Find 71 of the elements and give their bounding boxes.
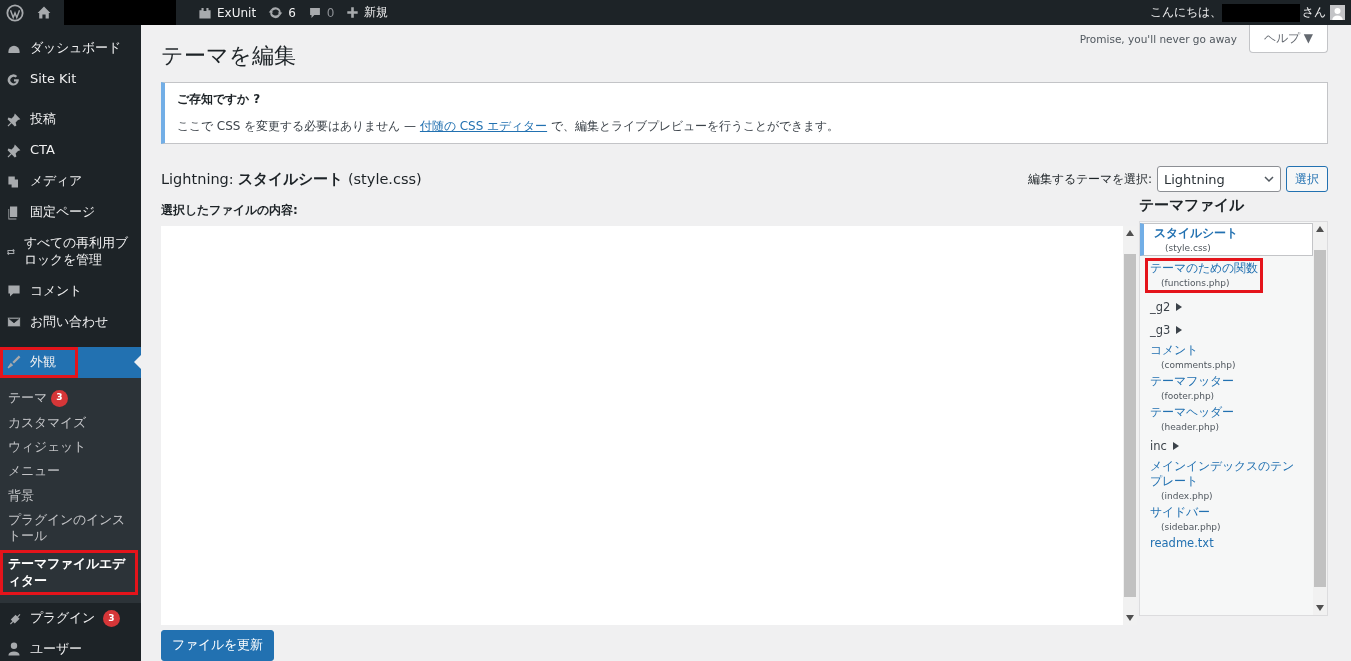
menu-item[interactable]: メディア: [0, 166, 141, 197]
greeting[interactable]: こんにちは、: [1150, 4, 1222, 21]
menu-item[interactable]: 外観: [0, 346, 78, 378]
submenu-item[interactable]: テーマ 3: [0, 385, 141, 411]
comments-link[interactable]: 0: [307, 5, 335, 20]
file-item[interactable]: テーマのための関数 (functions.php): [1145, 257, 1263, 293]
menu-item[interactable]: すべての再利用ブロックを管理: [0, 228, 141, 276]
folder-item[interactable]: _g3: [1140, 317, 1313, 341]
menu-item[interactable]: お問い合わせ: [0, 306, 141, 338]
scroll-up-icon[interactable]: [1316, 226, 1324, 232]
new-link[interactable]: 新規: [346, 4, 389, 21]
file-item[interactable]: メインインデックスのテンプレート (index.php): [1140, 456, 1313, 503]
scrollbar[interactable]: [1313, 222, 1327, 615]
file-item[interactable]: テーマヘッダー (header.php): [1140, 402, 1313, 434]
menu-item[interactable]: コメント: [0, 275, 141, 307]
home-icon[interactable]: [36, 4, 52, 21]
g-icon: [6, 71, 22, 88]
chevron-down-icon: [1264, 174, 1274, 184]
css-editor-link[interactable]: 付随の CSS エディター: [419, 119, 548, 133]
submenu-item[interactable]: プラグインのインストール: [0, 507, 141, 549]
content-label: 選択したファイルの内容:: [161, 202, 299, 219]
greeting-suffix[interactable]: さん: [1302, 4, 1326, 21]
menu-item[interactable]: 固定ページ: [0, 197, 141, 228]
file-heading: Lightning: スタイルシート (style.css): [161, 169, 422, 189]
comment-icon: [307, 5, 322, 20]
folder-item[interactable]: inc: [1140, 433, 1313, 457]
select-button[interactable]: 選択: [1286, 166, 1328, 192]
submenu-item[interactable]: 背景: [0, 483, 141, 508]
file-item[interactable]: サイドバー (sidebar.php): [1140, 502, 1313, 534]
building-icon: [198, 5, 212, 20]
notice-title: ご存知ですか ?: [177, 91, 262, 108]
scroll-down-icon[interactable]: [1316, 605, 1324, 611]
wordpress-logo-icon[interactable]: [6, 3, 24, 22]
menu-item[interactable]: ダッシュボード: [0, 33, 141, 64]
refresh-icon: [268, 5, 284, 20]
folder-item[interactable]: _g2: [1140, 294, 1313, 318]
caret-right-icon: [1172, 441, 1179, 450]
menu-item[interactable]: プラグイン 3: [0, 602, 141, 634]
menu-item[interactable]: Site Kit: [0, 64, 141, 95]
file-item[interactable]: スタイルシート (style.css): [1140, 223, 1313, 256]
caret-right-icon: [1176, 325, 1183, 334]
site-link[interactable]: ExUnit: [198, 5, 257, 20]
caret-right-icon: [1176, 302, 1183, 311]
help-button[interactable]: ヘルプ ▼: [1248, 25, 1328, 53]
brush-icon: [6, 354, 22, 371]
pin-icon: [6, 111, 22, 128]
submenu-item[interactable]: カスタマイズ: [0, 410, 141, 436]
menu-item[interactable]: 投稿: [0, 104, 141, 135]
notice-text: ここで CSS を変更する必要はありません — 付随の CSS エディター で、編集とライブプレビューを行うことができます。: [177, 118, 840, 135]
count-badge: 3: [51, 389, 68, 407]
file-item[interactable]: readme.txt: [1140, 533, 1313, 553]
note-text: Promise, you'll never go away: [1079, 33, 1237, 45]
theme-files-title: テーマファイル: [1139, 196, 1245, 215]
update-file-button[interactable]: ファイルを更新: [161, 630, 274, 661]
scroll-up-icon[interactable]: [1126, 230, 1134, 236]
count-badge: 3: [103, 609, 120, 627]
menu-item[interactable]: ユーザー: [0, 633, 141, 661]
user-icon: [6, 641, 22, 658]
submenu-item[interactable]: テーマファイルエディター: [0, 550, 138, 595]
updates-link[interactable]: 6: [268, 5, 296, 20]
theme-select-label: 編集するテーマを選択:: [1027, 170, 1152, 188]
theme-select[interactable]: Lightning: [1157, 166, 1281, 192]
page-title: テーマを編集: [161, 42, 296, 70]
pin-icon: [6, 142, 22, 159]
plus-icon: [346, 6, 360, 19]
menu-item[interactable]: CTA: [0, 135, 141, 166]
submenu-item[interactable]: メニュー: [0, 459, 141, 484]
file-item[interactable]: コメント (comments.php): [1140, 340, 1313, 372]
scroll-down-icon[interactable]: [1126, 615, 1134, 621]
file-item[interactable]: テーマフッター (footer.php): [1140, 371, 1313, 403]
submenu-item[interactable]: ウィジェット: [0, 435, 141, 460]
